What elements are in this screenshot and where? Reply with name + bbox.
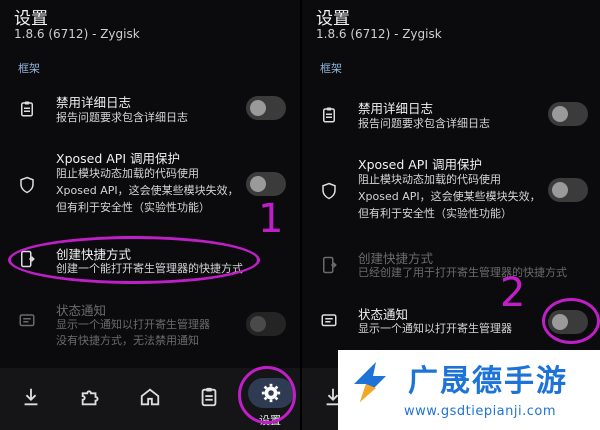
page-title: 设置 bbox=[316, 9, 350, 29]
setting-title: 禁用详细日志 bbox=[56, 95, 132, 110]
setting-status-notification: 状态通知 显示一个通知以打开寄生管理器 没有快捷方式，无法禁用通知 bbox=[0, 300, 300, 350]
download-icon[interactable] bbox=[20, 386, 42, 408]
clipboard-icon[interactable] bbox=[198, 386, 220, 408]
setting-desc-line2: 没有快捷方式，无法禁用通知 bbox=[56, 334, 199, 347]
setting-create-shortcut: 创建快捷方式 已经创建了用于打开寄生管理器的快捷方式 bbox=[302, 248, 600, 284]
setting-desc: 报告问题要求包含详细日志 bbox=[358, 117, 490, 130]
watermark-banner: 广晟德手游 www.gsdtiepianji.com bbox=[338, 350, 600, 430]
notification-icon bbox=[19, 314, 35, 327]
version-label: 1.8.6 (6712) - Zygisk bbox=[316, 27, 442, 41]
setting-disable-verbose-log[interactable]: 禁用详细日志 报告问题要求包含详细日志 bbox=[302, 98, 600, 140]
notification-icon bbox=[321, 314, 337, 327]
annotation-ring-shortcut bbox=[8, 236, 260, 284]
setting-desc-line3: 但有利于安全性（实验性功能） bbox=[56, 201, 210, 214]
page-title: 设置 bbox=[14, 9, 48, 29]
clipboard-icon bbox=[21, 101, 33, 117]
section-header: 框架 bbox=[18, 62, 40, 75]
annotation-number: 1 bbox=[258, 196, 284, 242]
setting-xposed-api-protection[interactable]: Xposed API 调用保护 阻止模块动态加载的代码使用 Xposed API… bbox=[302, 154, 600, 226]
verbose-log-toggle[interactable] bbox=[246, 96, 286, 120]
watermark-title: 广晟德手游 bbox=[408, 364, 568, 399]
annotation-ring-toggle bbox=[542, 298, 600, 344]
setting-desc-line1: 阻止模块动态加载的代码使用 bbox=[358, 173, 501, 186]
version-label: 1.8.6 (6712) - Zygisk bbox=[14, 27, 140, 41]
setting-title: Xposed API 调用保护 bbox=[56, 151, 181, 166]
setting-desc-line1: 显示一个通知以打开寄生管理器 bbox=[56, 318, 210, 331]
clipboard-icon bbox=[323, 107, 335, 123]
setting-disable-verbose-log[interactable]: 禁用详细日志 报告问题要求包含详细日志 bbox=[0, 92, 300, 134]
left-settings-screen: 设置 1.8.6 (6712) - Zygisk 框架 禁用详细日志 报告问题要… bbox=[0, 0, 300, 430]
section-header: 框架 bbox=[320, 62, 342, 75]
setting-desc-line3: 但有利于安全性（实验性功能） bbox=[358, 207, 512, 220]
setting-desc: 已经创建了用于打开寄生管理器的快捷方式 bbox=[358, 266, 567, 279]
annotation-ring-settings bbox=[238, 366, 296, 424]
setting-desc: 报告问题要求包含详细日志 bbox=[56, 111, 188, 124]
status-notification-toggle bbox=[246, 312, 286, 336]
setting-desc-line2: Xposed API，这会使某些模块失效， bbox=[56, 184, 239, 197]
home-icon[interactable] bbox=[139, 386, 161, 408]
verbose-log-toggle[interactable] bbox=[548, 102, 588, 126]
shortcut-icon bbox=[323, 256, 337, 274]
setting-title: Xposed API 调用保护 bbox=[358, 157, 483, 172]
setting-desc-line2: Xposed API，这会使某些模块失效， bbox=[358, 190, 541, 203]
shield-icon bbox=[20, 176, 34, 194]
setting-xposed-api-protection[interactable]: Xposed API 调用保护 阻止模块动态加载的代码使用 Xposed API… bbox=[0, 148, 300, 220]
shield-icon bbox=[322, 182, 336, 200]
annotation-number: 2 bbox=[500, 270, 526, 316]
site-logo-icon bbox=[354, 362, 386, 402]
puzzle-icon[interactable] bbox=[79, 386, 101, 408]
setting-desc-line1: 阻止模块动态加载的代码使用 bbox=[56, 167, 199, 180]
watermark-url: www.gsdtiepianji.com bbox=[404, 404, 557, 419]
xposed-api-toggle[interactable] bbox=[246, 172, 286, 196]
setting-desc: 显示一个通知以打开寄生管理器 bbox=[358, 322, 512, 335]
setting-title: 禁用详细日志 bbox=[358, 101, 434, 116]
xposed-api-toggle[interactable] bbox=[548, 178, 588, 202]
